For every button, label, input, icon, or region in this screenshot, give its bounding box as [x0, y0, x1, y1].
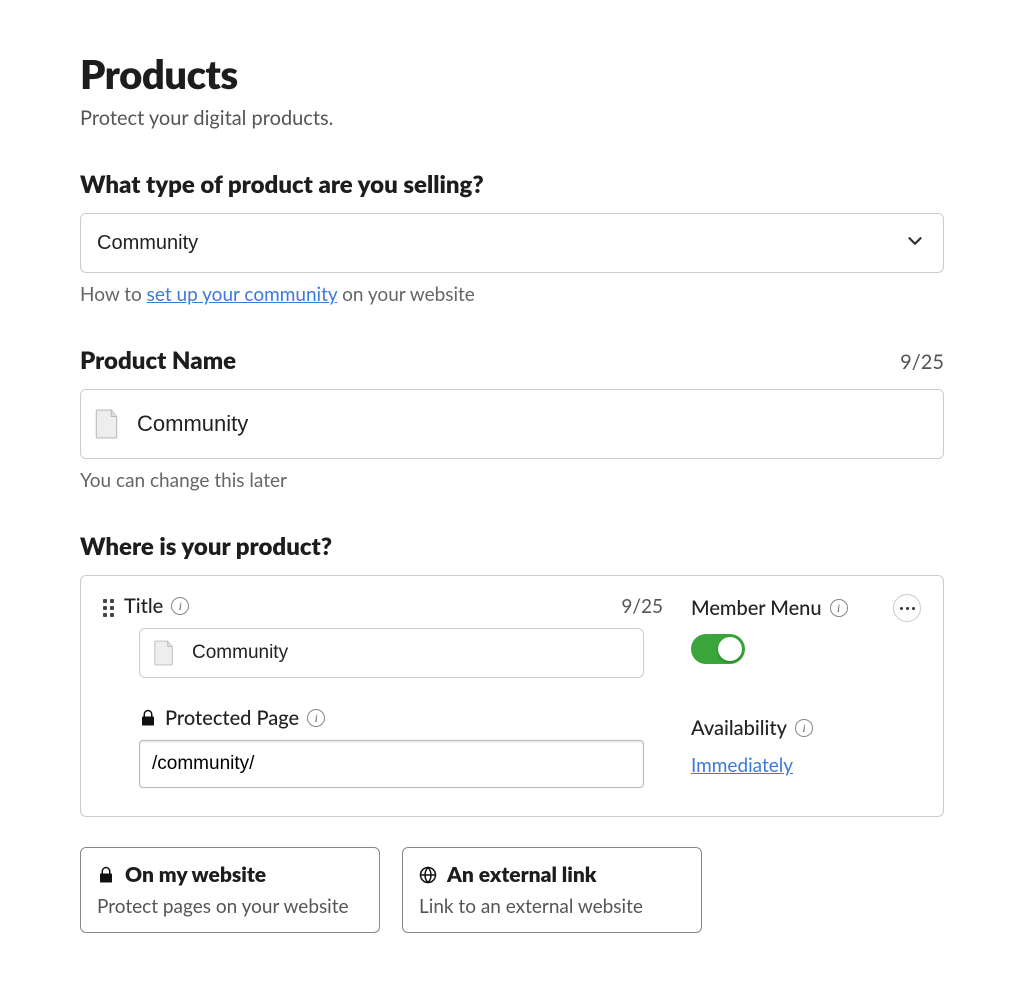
info-icon[interactable]: i	[171, 597, 189, 615]
more-options-button[interactable]	[893, 594, 921, 622]
product-type-helper: How to set up your community on your web…	[80, 283, 944, 306]
member-menu-text: Member Menu	[691, 596, 822, 620]
setup-community-link[interactable]: set up your community	[147, 283, 338, 306]
document-icon	[94, 409, 120, 439]
option-website-title: On my website	[125, 862, 266, 887]
helper-prefix: How to	[80, 283, 147, 306]
protected-page-input[interactable]	[139, 740, 644, 788]
option-website-sub: Protect pages on your website	[97, 895, 363, 918]
lock-icon	[139, 709, 157, 727]
page-title: Products	[80, 50, 944, 98]
option-external-link[interactable]: An external link Link to an external web…	[402, 847, 702, 933]
info-icon[interactable]: i	[830, 599, 848, 617]
protected-page-label: Protected Page i	[139, 706, 663, 730]
title-input[interactable]	[139, 628, 644, 678]
lock-icon	[97, 866, 115, 884]
product-name-input[interactable]	[80, 389, 944, 459]
option-on-my-website[interactable]: On my website Protect pages on your webs…	[80, 847, 380, 933]
title-label-text: Title	[124, 594, 163, 618]
option-external-title: An external link	[447, 862, 597, 887]
product-location-card: Title i 9/25 Protected	[80, 575, 944, 817]
document-icon	[153, 640, 175, 666]
page-subtitle: Protect your digital products.	[80, 106, 944, 130]
protected-page-text: Protected Page	[165, 706, 299, 730]
member-menu-toggle[interactable]	[691, 634, 745, 664]
option-external-sub: Link to an external website	[419, 895, 685, 918]
availability-value-link[interactable]: Immediately	[691, 754, 793, 777]
globe-icon	[419, 866, 437, 884]
member-menu-label: Member Menu i	[691, 596, 848, 620]
title-counter: 9/25	[621, 595, 663, 618]
drag-handle-icon[interactable]	[103, 599, 114, 617]
product-type-label: What type of product are you selling?	[80, 170, 484, 199]
info-icon[interactable]: i	[795, 719, 813, 737]
product-name-helper: You can change this later	[80, 469, 944, 492]
product-location-label: Where is your product?	[80, 532, 944, 561]
availability-label: Availability i	[691, 716, 921, 740]
info-icon[interactable]: i	[307, 709, 325, 727]
product-name-label: Product Name	[80, 346, 236, 375]
availability-text: Availability	[691, 716, 787, 740]
title-label: Title i	[124, 594, 189, 618]
product-name-counter: 9/25	[900, 350, 944, 374]
helper-suffix: on your website	[337, 283, 475, 306]
product-type-select[interactable]	[80, 213, 944, 273]
